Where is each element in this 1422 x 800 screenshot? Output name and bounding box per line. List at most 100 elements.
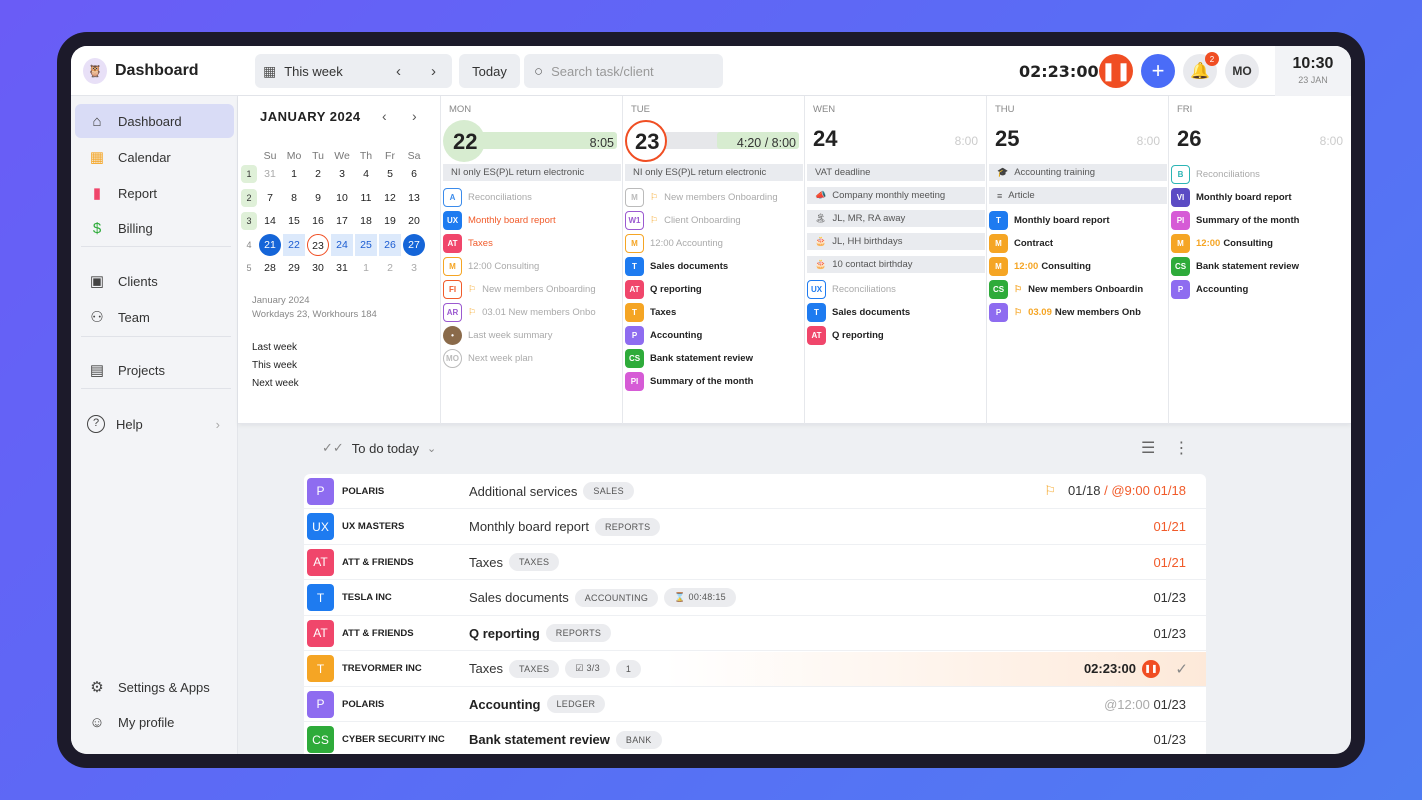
mini-calendar-day[interactable]: 14	[259, 210, 281, 232]
day-number[interactable]: 24	[813, 126, 837, 152]
mini-calendar-day[interactable]: 13	[403, 187, 425, 209]
mini-calendar-day[interactable]: 12	[379, 187, 401, 209]
day-number[interactable]: 25	[995, 126, 1019, 152]
calendar-event[interactable]: AT Q reporting	[807, 325, 985, 345]
mini-calendar-day[interactable]: 3	[331, 163, 353, 185]
task-row[interactable]: AT ATT & FRIENDS Taxes TAXES 01/21	[304, 545, 1206, 580]
task-row[interactable]: CS CYBER SECURITY INC Bank statement revie…	[304, 723, 1206, 755]
day-number[interactable]: 26	[1177, 126, 1201, 152]
mini-calendar-day[interactable]: 1	[355, 257, 377, 279]
week-number[interactable]: 5	[241, 259, 257, 277]
calendar-event[interactable]: 🎂 10 contact birthday	[807, 256, 985, 273]
calendar-event[interactable]: P Accounting	[1171, 279, 1349, 299]
task-row[interactable]: UX UX MASTERS Monthly board report REPORTS 0…	[304, 510, 1206, 545]
calendar-event[interactable]: UX Reconciliations	[807, 279, 985, 299]
task-name[interactable]: Accounting	[469, 697, 541, 712]
mini-calendar-day[interactable]: 23	[307, 233, 329, 256]
mini-calendar-day[interactable]: 4	[355, 163, 377, 185]
task-row[interactable]: P POLARIS Additional services SALES ⚐ 01/18 /…	[304, 474, 1206, 509]
calendar-event[interactable]: NI only ES(P)L return electronic	[625, 164, 803, 181]
sidebar-item-billing[interactable]: $ Billing	[75, 211, 234, 245]
calendar-event[interactable]: A Reconciliations	[443, 187, 621, 207]
client-name[interactable]: ATT & FRIENDS	[342, 628, 414, 639]
mini-calendar-day[interactable]: 16	[307, 210, 329, 232]
task-row[interactable]: P POLARIS Accounting LEDGER @12:00 01/23	[304, 687, 1206, 722]
calendar-event[interactable]: W1 ⚐ Client Onboarding	[625, 210, 803, 230]
client-name[interactable]: POLARIS	[342, 486, 384, 497]
mini-calendar-day[interactable]: 8	[283, 187, 305, 209]
task-row[interactable]: T TESLA INC Sales documents ACCOUNTING ⌛ 00:…	[304, 581, 1206, 616]
mini-calendar-day[interactable]: 5	[379, 163, 401, 185]
search-box[interactable]: ○ Search task/client	[524, 54, 723, 88]
calendar-event[interactable]: VAT deadline	[807, 164, 985, 181]
mini-calendar-day[interactable]: 25	[355, 233, 377, 256]
mini-calendar-day[interactable]: 7	[259, 187, 281, 209]
avatar[interactable]: MO	[1225, 54, 1259, 88]
mini-calendar-day[interactable]: 21	[259, 233, 281, 256]
add-button[interactable]: +	[1141, 54, 1175, 88]
task-name[interactable]: Taxes	[469, 555, 503, 570]
task-name[interactable]: Monthly board report	[469, 519, 589, 534]
calendar-event[interactable]: 📣 Company monthly meeting	[807, 187, 985, 204]
mini-calendar-day[interactable]: 30	[307, 257, 329, 279]
quick-range-link[interactable]: Next week	[252, 378, 299, 389]
mini-calendar-day[interactable]: 11	[355, 187, 377, 209]
mini-calendar-day[interactable]: 3	[403, 257, 425, 279]
mini-calendar-day[interactable]: 31	[331, 257, 353, 279]
filter-sliders-icon[interactable]: ☰	[1141, 440, 1173, 457]
sidebar-item-report[interactable]: ▮ Report	[75, 176, 234, 210]
calendar-event[interactable]: VI Monthly board report	[1171, 187, 1349, 207]
day-number[interactable]: 22	[453, 129, 477, 155]
calendar-event[interactable]: T Taxes	[625, 302, 803, 322]
sidebar-item-projects[interactable]: ▤ Projects	[75, 353, 234, 387]
sidebar-item-team[interactable]: ⚇ Team	[75, 300, 234, 334]
calendar-event[interactable]: M 12:00 Accounting	[625, 233, 803, 253]
quick-range-link[interactable]: Last week	[252, 342, 297, 353]
week-number[interactable]: 3	[241, 212, 257, 230]
day-number[interactable]: 23	[635, 129, 659, 155]
calendar-event[interactable]: CS ⚐ New members Onboardin	[989, 279, 1167, 299]
week-selector[interactable]: ▦ This week ‹ ›	[255, 54, 452, 88]
todo-filter-dropdown[interactable]: ✓✓ To do today ⌄	[322, 440, 436, 456]
today-button[interactable]: Today	[459, 54, 520, 88]
mini-calendar-day[interactable]: 20	[403, 210, 425, 232]
mini-calendar-day[interactable]: 19	[379, 210, 401, 232]
mini-calendar-day[interactable]: 9	[307, 187, 329, 209]
sidebar-item-clients[interactable]: ▣ Clients	[75, 264, 234, 298]
calendar-event[interactable]: FI ⚐ New members Onboarding	[443, 279, 621, 299]
calendar-event[interactable]: ≡ Article	[989, 187, 1167, 204]
client-name[interactable]: POLARIS	[342, 699, 384, 710]
client-name[interactable]: TREVORMER INC	[342, 663, 422, 674]
client-name[interactable]: TESLA INC	[342, 592, 392, 603]
mini-calendar-day[interactable]: 28	[259, 257, 281, 279]
calendar-event[interactable]: T Monthly board report	[989, 210, 1167, 230]
mini-calendar-day[interactable]: 17	[331, 210, 353, 232]
pause-icon[interactable]: ❚❚	[1142, 659, 1160, 678]
calendar-event[interactable]: P Accounting	[625, 325, 803, 345]
client-name[interactable]: CYBER SECURITY INC	[342, 734, 445, 745]
pause-timer-button[interactable]: ❚❚	[1099, 54, 1133, 88]
search-input[interactable]: Search task/client	[551, 64, 654, 79]
sidebar-item-help[interactable]: ? Help ›	[75, 407, 234, 441]
calendar-event[interactable]: M 12:00 Consulting	[1171, 233, 1349, 253]
calendar-event[interactable]: 🏝 JL, MR, RA away	[807, 210, 985, 227]
task-name[interactable]: Additional services	[469, 484, 577, 499]
mini-calendar-day[interactable]: 10	[331, 187, 353, 209]
mini-calendar-day[interactable]: 2	[307, 163, 329, 185]
complete-check-icon[interactable]: ✓	[1175, 660, 1188, 678]
calendar-event[interactable]: PI Summary of the month	[1171, 210, 1349, 230]
calendar-event[interactable]: P ⚐ 03.09 New members Onb	[989, 302, 1167, 322]
mini-calendar-day[interactable]: 15	[283, 210, 305, 232]
calendar-event[interactable]: M Contract	[989, 233, 1167, 253]
week-number[interactable]: 4	[241, 236, 257, 254]
task-name[interactable]: Sales documents	[469, 590, 569, 605]
week-number[interactable]: 2	[241, 188, 257, 207]
calendar-event[interactable]: M 12:00 Consulting	[443, 256, 621, 276]
calendar-event[interactable]: AT Q reporting	[625, 279, 803, 299]
mini-calendar-day[interactable]: 1	[283, 163, 305, 185]
client-name[interactable]: ATT & FRIENDS	[342, 557, 414, 568]
calendar-event[interactable]: AR ⚐ 03.01 New members Onbo	[443, 302, 621, 322]
client-name[interactable]: UX MASTERS	[342, 521, 404, 532]
next-week-icon[interactable]: ›	[431, 63, 436, 80]
prev-week-icon[interactable]: ‹	[396, 63, 401, 80]
